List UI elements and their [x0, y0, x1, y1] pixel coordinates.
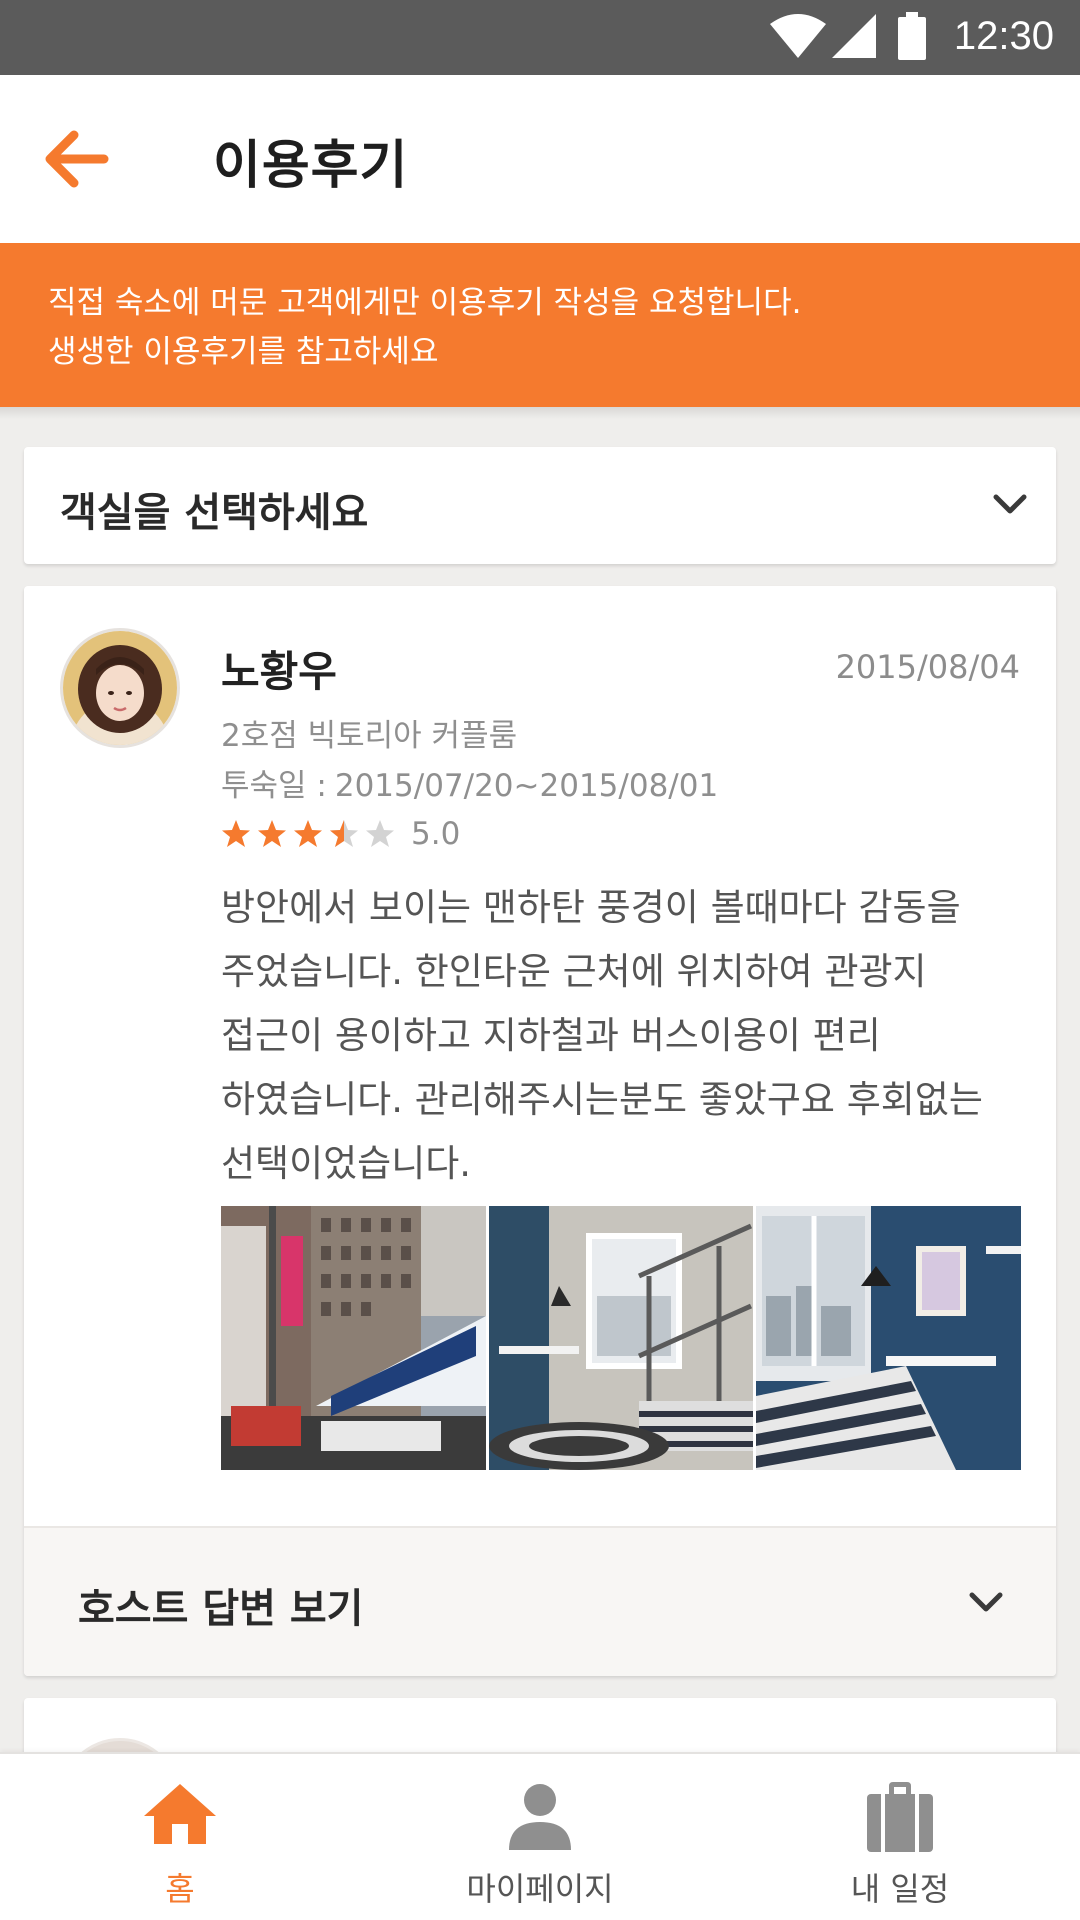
times-square-photo[interactable]	[221, 1206, 486, 1470]
nav-schedule-label: 내 일정	[850, 1870, 950, 1908]
review-body-line: 방안에서 보이는 맨하탄 풍경이 볼때마다 감동을	[221, 886, 961, 929]
review-body-line: 접근이 용이하고 지하철과 버스이용이 편리	[221, 1014, 881, 1057]
review-body-line: 하였습니다. 관리해주시는분도 좋았구요 후회없는	[221, 1078, 983, 1121]
chevron-down-icon	[969, 1592, 1003, 1612]
wifi-icon	[770, 14, 826, 58]
review-body: 방안에서 보이는 맨하탄 풍경이 볼때마다 감동을 주었습니다. 한인타운 근처…	[221, 876, 1021, 1196]
star-icon	[294, 820, 322, 847]
notice-line-1: 직접 숙소에 머문 고객에게만 이용후기 작성을 요청합니다.	[48, 285, 802, 321]
status-bar: 12:30	[0, 0, 1080, 75]
star-half-icon	[330, 820, 358, 847]
stay-period: 2015/07/20~2015/08/01	[334, 768, 719, 804]
nav-mypage-label: 마이페이지	[466, 1870, 614, 1908]
nav-schedule[interactable]: 내 일정	[810, 1754, 990, 1920]
bedroom-window-photo[interactable]	[756, 1206, 1022, 1470]
star-icon	[222, 820, 250, 847]
bunk-bed-room-photo[interactable]	[488, 1206, 754, 1470]
host-reply-label: 호스트 답변 보기	[78, 1586, 364, 1632]
page-title: 이용후기	[213, 136, 409, 196]
review-body-line: 주었습니다. 한인타운 근처에 위치하여 관광지	[221, 950, 927, 993]
stay-label: 투숙일 :	[221, 768, 327, 804]
review-date: 2015/08/04	[835, 648, 1020, 686]
review-room: 2호점 빅토리아 커플룸	[221, 718, 518, 754]
star-icon	[258, 820, 286, 847]
avatar	[60, 628, 180, 748]
status-time: 12:30	[953, 14, 1054, 58]
room-select-label: 객실을 선택하세요	[60, 490, 369, 536]
review-rating: 5.0	[221, 814, 460, 854]
review-stay: 투숙일 :2015/07/20~2015/08/01	[221, 760, 718, 805]
star-empty-icon	[366, 820, 394, 847]
app-bar: 이용후기	[0, 75, 1080, 243]
notice-banner: 직접 숙소에 머문 고객에게만 이용후기 작성을 요청합니다. 생생한 이용후기…	[0, 243, 1080, 407]
luggage-icon	[867, 1782, 933, 1852]
chevron-down-icon	[993, 494, 1027, 514]
review-card: 노황우 2015/08/04 2호점 빅토리아 커플룸 투숙일 :2015/07…	[24, 586, 1056, 1676]
rating-score: 5.0	[411, 816, 461, 852]
review-body-line: 선택이었습니다.	[221, 1142, 472, 1185]
review-author: 노황우	[221, 647, 337, 696]
room-select-dropdown[interactable]: 객실을 선택하세요	[24, 447, 1056, 564]
nav-mypage[interactable]: 마이페이지	[440, 1754, 640, 1920]
review-photos	[221, 1206, 1022, 1470]
back-arrow-icon[interactable]	[40, 127, 110, 191]
nav-home-label: 홈	[165, 1870, 195, 1908]
signal-icon	[832, 14, 876, 58]
host-reply-toggle[interactable]: 호스트 답변 보기	[24, 1526, 1056, 1676]
notice-shadow	[0, 407, 1080, 419]
nav-home[interactable]: 홈	[90, 1754, 270, 1920]
battery-icon	[898, 12, 926, 60]
person-icon	[509, 1784, 571, 1850]
home-icon	[144, 1784, 216, 1844]
bottom-navigation: 홈 마이페이지 내 일정	[0, 1752, 1080, 1920]
notice-line-2: 생생한 이용후기를 참고하세요	[48, 334, 439, 370]
